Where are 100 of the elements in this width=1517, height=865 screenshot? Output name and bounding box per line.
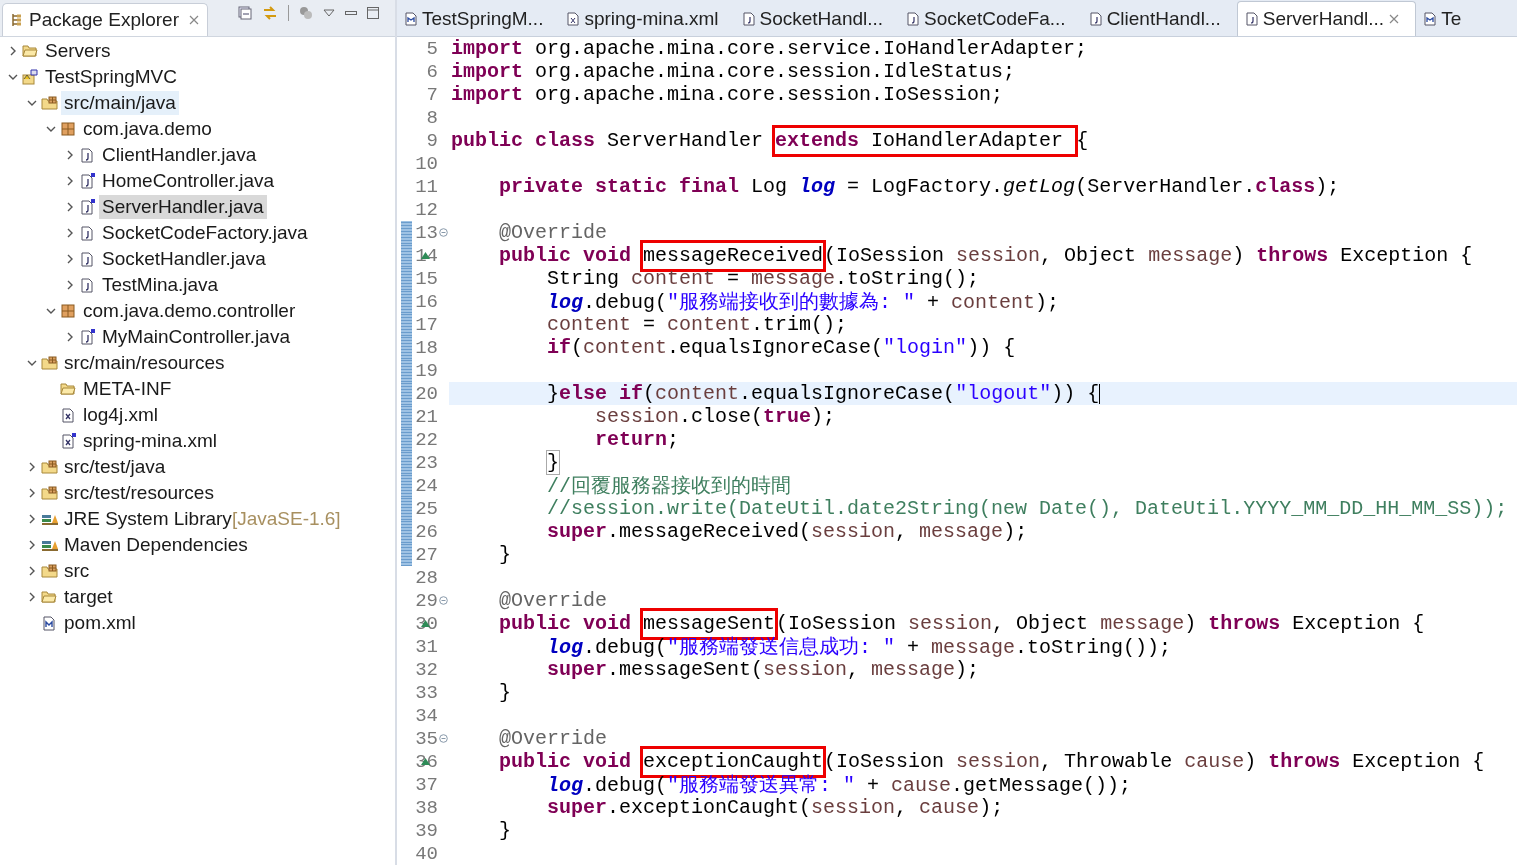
collapsed-chevron-icon[interactable] <box>65 176 75 186</box>
collapsed-chevron-icon[interactable] <box>27 566 37 576</box>
editor-tab[interactable]: ServerHandl... <box>1236 1 1417 36</box>
code-variable: message <box>871 658 956 681</box>
tree-item[interactable]: JRE System Library[JavaSE-1.6] <box>61 507 344 531</box>
package-explorer-tab[interactable]: Package Explorer <box>2 3 208 36</box>
editor-tab[interactable]: SocketHandl... <box>734 2 900 36</box>
collapsed-chevron-icon[interactable] <box>27 540 37 550</box>
code-variable: cause <box>919 796 980 819</box>
tree-item[interactable]: src <box>61 559 93 583</box>
editor-tab[interactable]: Te <box>1416 2 1478 36</box>
tree-item[interactable]: TestMina.java <box>99 273 222 297</box>
collapsed-chevron-icon[interactable] <box>65 280 75 290</box>
line-number: 14 <box>414 244 438 267</box>
tree-item[interactable]: TestSpringMVC <box>42 65 180 89</box>
tree-item[interactable]: src/test/java <box>61 455 169 479</box>
code-text: ) <box>1244 750 1258 773</box>
code-keyword: import <box>451 60 523 83</box>
collapsed-chevron-icon[interactable] <box>27 592 37 602</box>
fold-icon[interactable] <box>438 596 448 605</box>
collapsed-chevron-icon[interactable] <box>27 488 37 498</box>
code-keyword: public void <box>498 750 633 773</box>
tree-item[interactable]: SocketHandler.java <box>99 247 269 271</box>
tree-item[interactable]: src/main/java <box>61 91 179 115</box>
collapsed-chevron-icon[interactable] <box>65 202 75 212</box>
editor-tab[interactable]: SocketCodeFa... <box>899 2 1082 36</box>
code-string: "login" <box>883 336 968 359</box>
view-menu-icon[interactable] <box>323 9 335 17</box>
collapsed-chevron-icon[interactable] <box>27 514 37 524</box>
tree-item[interactable]: target <box>61 585 116 609</box>
code-text: , Object <box>1040 244 1138 267</box>
code-keyword: public void <box>498 244 633 267</box>
folder-icon <box>22 44 38 58</box>
code-annotation: @Override <box>498 221 608 244</box>
expanded-chevron-icon[interactable] <box>46 306 56 316</box>
code-variable: session <box>763 658 848 681</box>
code-text: .toString()); <box>1015 636 1172 659</box>
editor-tab[interactable]: TestSpringM... <box>397 2 560 36</box>
tree-item[interactable]: ClientHandler.java <box>99 143 260 167</box>
close-icon[interactable] <box>188 15 199 25</box>
code-text: (IoSession <box>776 612 898 635</box>
tree-item[interactable]: com.java.demo <box>80 117 215 141</box>
folder-icon <box>60 382 76 396</box>
package-explorer-icon <box>11 13 23 27</box>
code-variable: content <box>655 382 740 405</box>
expanded-chevron-icon[interactable] <box>46 124 56 134</box>
code-field: log <box>451 291 584 314</box>
collapsed-chevron-icon[interactable] <box>65 150 75 160</box>
code-text: (IoSession <box>824 244 946 267</box>
line-number: 7 <box>425 83 438 106</box>
java-file-icon <box>79 173 95 189</box>
tree-item[interactable]: ServerHandler.java <box>99 195 267 219</box>
tree-item[interactable]: Servers <box>42 39 114 63</box>
collapsed-chevron-icon[interactable] <box>65 228 75 238</box>
java-file-icon <box>79 251 95 267</box>
line-number: 20 <box>414 382 438 405</box>
tree-item[interactable]: spring-mina.xml <box>80 429 221 453</box>
tree-item[interactable]: com.java.demo.controller <box>80 299 299 323</box>
expanded-chevron-icon[interactable] <box>27 358 37 368</box>
line-number: 23 <box>414 451 438 474</box>
code-text: .messageSent( <box>607 658 764 681</box>
tree-item[interactable]: HomeController.java <box>99 169 278 193</box>
expanded-chevron-icon[interactable] <box>27 98 37 108</box>
collapsed-chevron-icon[interactable] <box>27 462 37 472</box>
code-keyword: public void <box>498 612 633 635</box>
fold-icon[interactable] <box>438 734 448 743</box>
code-text: , <box>895 796 909 819</box>
code-variable: content <box>667 313 752 336</box>
editor-tab[interactable]: spring-mina.xml <box>559 2 735 36</box>
java-file-icon <box>79 199 95 215</box>
code-text: (ServerHandler. <box>1075 175 1256 198</box>
code-text: Exception { <box>1339 244 1473 267</box>
collapsed-chevron-icon[interactable] <box>65 332 75 342</box>
tree-item[interactable]: META-INF <box>80 377 175 401</box>
maven-file-icon <box>41 615 57 631</box>
code-keyword: private static final <box>498 175 740 198</box>
code-variable: cause <box>1184 750 1245 773</box>
expanded-chevron-icon[interactable] <box>8 72 18 82</box>
code-text: String <box>546 267 621 290</box>
collapsed-chevron-icon[interactable] <box>8 46 18 56</box>
editor-tab[interactable]: ClientHandl... <box>1081 2 1237 36</box>
tree-item[interactable]: MyMainController.java <box>99 325 293 349</box>
highlight-box: extends IoHandlerAdapter <box>772 125 1079 157</box>
tree-item[interactable]: SocketCodeFactory.java <box>99 221 311 245</box>
code-keyword: else if <box>559 382 644 405</box>
code-keyword: throws <box>1268 750 1341 773</box>
code-text: } <box>498 681 511 704</box>
collapsed-chevron-icon[interactable] <box>65 254 75 264</box>
minimize-icon[interactable] <box>345 11 357 15</box>
close-icon[interactable] <box>1389 14 1400 24</box>
line-number: 18 <box>414 336 438 359</box>
tree-item[interactable]: src/test/resources <box>61 481 217 505</box>
tree-item[interactable]: pom.xml <box>61 611 139 635</box>
tree-item[interactable]: Maven Dependencies <box>61 533 251 557</box>
code-field: log <box>799 175 836 198</box>
maximize-icon[interactable] <box>367 7 379 19</box>
collapse-all-icon[interactable] <box>238 6 252 20</box>
tree-item[interactable]: log4j.xml <box>80 403 161 427</box>
fold-icon[interactable] <box>438 228 448 237</box>
tree-item[interactable]: src/main/resources <box>61 351 228 375</box>
